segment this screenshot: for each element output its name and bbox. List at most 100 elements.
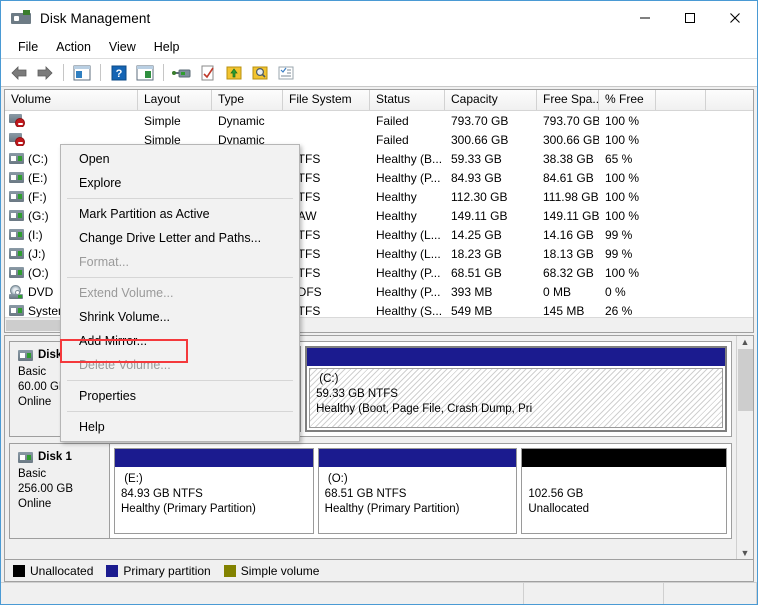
context-menu-separator — [67, 277, 293, 278]
volume-label: (J:) — [28, 247, 45, 261]
menu-action[interactable]: Action — [47, 38, 100, 56]
vscrollbar-track[interactable] — [738, 347, 753, 548]
forward-arrow-icon[interactable] — [33, 62, 57, 84]
cell-capacity: 149.11 GB — [445, 209, 537, 223]
toolbar-separator-3 — [163, 64, 164, 81]
partition-size: 102.56 GB — [528, 487, 726, 502]
column-header-capacity[interactable]: Capacity — [445, 90, 537, 110]
column-header-file-system[interactable]: File System — [283, 90, 370, 110]
drive-icon — [9, 153, 24, 164]
cell-capacity: 68.51 GB — [445, 266, 537, 280]
partition-label: (C:) — [316, 372, 722, 387]
disk-state: Online — [18, 497, 109, 512]
partition-label — [528, 472, 726, 487]
column-header-layout[interactable]: Layout — [138, 90, 212, 110]
context-menu-item-help[interactable]: Help — [61, 415, 299, 439]
column-header-free[interactable]: % Free — [599, 90, 656, 110]
list-icon[interactable] — [274, 62, 298, 84]
cell-free: 100 % — [599, 114, 656, 128]
context-menu-separator — [67, 380, 293, 381]
partition-label: (O:) — [325, 472, 517, 487]
menu-help[interactable]: Help — [145, 38, 189, 56]
window-title: Disk Management — [40, 11, 150, 26]
maximize-button[interactable] — [667, 1, 712, 34]
context-menu-item-explore[interactable]: Explore — [61, 171, 299, 195]
disk-icon — [18, 350, 33, 361]
cell-status: Healthy (P... — [370, 285, 445, 299]
partition-size: 59.33 GB NTFS — [316, 387, 722, 402]
partition-block[interactable]: 102.56 GBUnallocated — [521, 448, 727, 534]
column-header-status[interactable]: Status — [370, 90, 445, 110]
legend-swatch — [224, 565, 236, 577]
column-header-blank[interactable] — [656, 90, 706, 110]
partition-block[interactable]: (C:)59.33 GB NTFSHealthy (Boot, Page Fil… — [305, 346, 727, 432]
disk-info-panel-1[interactable]: Disk 1Basic256.00 GBOnline — [10, 444, 110, 538]
rescan-disks-icon[interactable] — [170, 62, 194, 84]
context-menu-separator — [67, 411, 293, 412]
vscrollbar-thumb[interactable] — [738, 349, 753, 411]
show-hide-action-pane-icon[interactable] — [133, 62, 157, 84]
legend-item: Simple volume — [224, 564, 320, 578]
volume-context-menu[interactable]: OpenExplore Mark Partition as ActiveChang… — [60, 144, 300, 442]
context-menu-item-mark-partition-as-active[interactable]: Mark Partition as Active — [61, 202, 299, 226]
disk-size: 256.00 GB — [18, 482, 109, 497]
legend-label: Primary partition — [123, 564, 210, 578]
status-segment-main — [1, 583, 524, 604]
cell-status: Healthy (L... — [370, 228, 445, 242]
table-row[interactable]: SimpleDynamicFailed793.70 GB793.70 GB100… — [5, 111, 753, 130]
partition-details: (C:)59.33 GB NTFSHealthy (Boot, Page Fil… — [309, 368, 723, 428]
legend-swatch — [13, 565, 25, 577]
back-arrow-icon[interactable] — [7, 62, 31, 84]
cell-status: Failed — [370, 114, 445, 128]
minimize-button[interactable] — [622, 1, 667, 34]
column-header-type[interactable]: Type — [212, 90, 283, 110]
help-icon[interactable]: ? — [107, 62, 131, 84]
upgrade-icon[interactable] — [222, 62, 246, 84]
partition-capacity-bar — [115, 449, 313, 467]
properties-icon[interactable] — [196, 62, 220, 84]
partition-block[interactable]: (O:)68.51 GB NTFSHealthy (Primary Partit… — [318, 448, 518, 534]
cell-capacity: 14.25 GB — [445, 228, 537, 242]
cell-capacity: 59.33 GB — [445, 152, 537, 166]
scroll-up-icon[interactable]: ▲ — [741, 337, 750, 347]
menu-file[interactable]: File — [9, 38, 47, 56]
volume-label: (F:) — [28, 190, 47, 204]
cell-free-spa: 111.98 GB — [537, 190, 599, 204]
context-menu-item-open[interactable]: Open — [61, 147, 299, 171]
partition-status: Healthy (Primary Partition) — [121, 502, 313, 517]
cell-status: Healthy (B... — [370, 152, 445, 166]
toolbar-separator-2 — [100, 64, 101, 81]
cell-free-spa: 149.11 GB — [537, 209, 599, 223]
context-menu-item-properties[interactable]: Properties — [61, 384, 299, 408]
volume-label: DVD — [28, 285, 53, 299]
show-hide-console-tree-icon[interactable] — [70, 62, 94, 84]
close-button[interactable] — [712, 1, 757, 34]
volume-label: (O:) — [28, 266, 49, 280]
menu-bar: File Action View Help — [1, 35, 757, 59]
scroll-down-icon[interactable]: ▼ — [741, 548, 750, 558]
failed-volume-icon — [9, 133, 24, 146]
context-menu-item-change-drive-letter-and-paths[interactable]: Change Drive Letter and Paths... — [61, 226, 299, 250]
cell-type: Dynamic — [212, 114, 283, 128]
drive-icon — [9, 267, 24, 278]
cell-free: 26 % — [599, 304, 656, 318]
menu-view[interactable]: View — [100, 38, 145, 56]
partition-block[interactable]: (E:)84.93 GB NTFSHealthy (Primary Partit… — [114, 448, 314, 534]
disk-view-vscrollbar[interactable]: ▲ ▼ — [736, 336, 753, 559]
cell-capacity: 393 MB — [445, 285, 537, 299]
legend-label: Simple volume — [241, 564, 320, 578]
cell-free-spa: 793.70 GB — [537, 114, 599, 128]
cell-free-spa: 68.32 GB — [537, 266, 599, 280]
column-header-volume[interactable]: Volume — [5, 90, 138, 110]
drive-icon — [9, 248, 24, 259]
context-menu-item-add-mirror[interactable]: Add Mirror... — [61, 329, 299, 353]
context-menu-item-format: Format... — [61, 250, 299, 274]
drive-icon — [9, 229, 24, 240]
cell-free: 65 % — [599, 152, 656, 166]
cell-free-spa: 84.61 GB — [537, 171, 599, 185]
column-header-free-spa[interactable]: Free Spa... — [537, 90, 599, 110]
search-icon[interactable] — [248, 62, 272, 84]
status-segment-2 — [524, 583, 664, 604]
context-menu-item-shrink-volume[interactable]: Shrink Volume... — [61, 305, 299, 329]
cell-status: Healthy (S... — [370, 304, 445, 318]
